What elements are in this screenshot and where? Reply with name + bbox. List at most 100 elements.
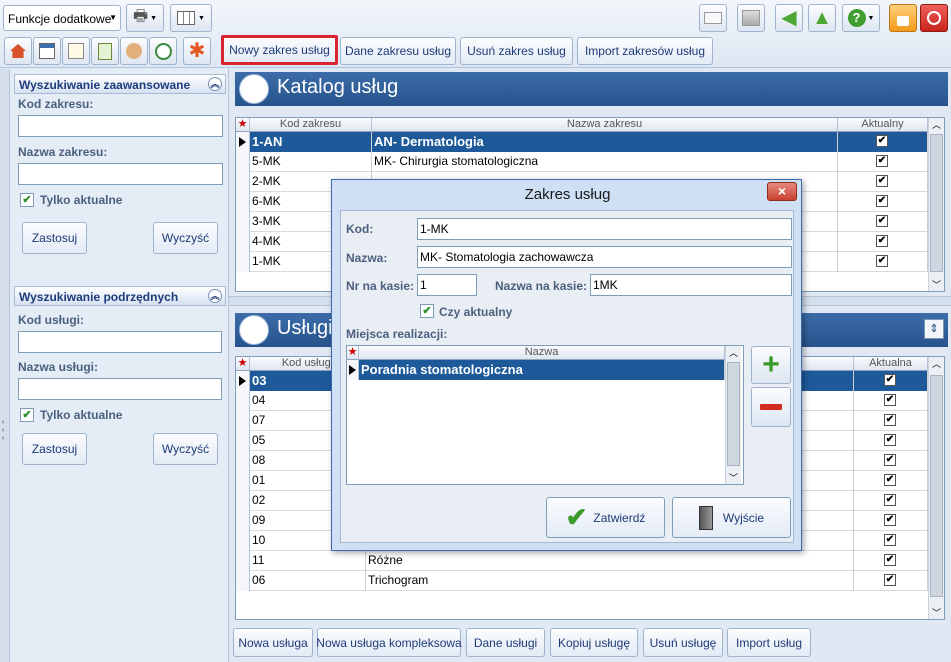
aktualny-checkbox[interactable]: ✔	[884, 394, 896, 406]
network-button[interactable]	[737, 4, 765, 32]
col-nazwa-zakresu[interactable]: Nazwa zakresu	[372, 118, 838, 132]
aktualny-checkbox[interactable]: ✔	[884, 374, 896, 386]
scroll-up-icon[interactable]: ︿	[932, 118, 941, 131]
aktualny-checkbox[interactable]: ✔	[884, 494, 896, 506]
columns-icon	[177, 11, 196, 25]
nazwa-na-kasie-input[interactable]: 1MK	[590, 274, 792, 296]
up-button[interactable]: ▲	[808, 4, 836, 32]
help-button[interactable]: ? ▼	[842, 4, 880, 32]
add-place-button[interactable]: +	[751, 346, 791, 384]
wyczysc-button[interactable]: Wyczyść	[153, 222, 218, 254]
scroll-thumb[interactable]	[930, 375, 943, 597]
funkcje-dropdown[interactable]: Funkcje dodatkowe ▼	[3, 5, 121, 31]
col-nazwa[interactable]: Nazwa	[359, 346, 725, 360]
wyjscie-button[interactable]: Wyjście	[672, 497, 791, 538]
tab-import-zakresow[interactable]: Import zakresów usług	[577, 37, 713, 65]
aktualny-checkbox[interactable]: ✔	[876, 155, 888, 167]
nazwa-zakresu-input[interactable]	[18, 163, 223, 185]
tab-usun-zakres[interactable]: Usuń zakres usług	[460, 37, 573, 65]
import-uslug-button[interactable]: Import usług	[727, 628, 811, 657]
row-indicator	[236, 172, 250, 192]
collapse-toggle-icon[interactable]: ⇕	[924, 319, 944, 339]
advanced-search-header: Wyszukiwanie zaawansowane ︽	[14, 74, 226, 94]
table-row[interactable]: 5-MK MK- Chirurgia stomatologiczna ✔	[236, 152, 928, 172]
documents-module-button[interactable]	[91, 37, 119, 65]
scroll-down-icon[interactable]: ﹀	[932, 278, 941, 291]
scroll-up-icon[interactable]: ︿	[932, 357, 941, 370]
back-button[interactable]: ◀	[775, 4, 803, 32]
home-module-button[interactable]	[4, 37, 32, 65]
nowa-usluga-kompleksowa-button[interactable]: Nowa usługa kompleksowa	[316, 628, 462, 657]
table-row[interactable]: 06 Trichogram ✔	[236, 571, 928, 591]
left-splitter[interactable]: ‹ ‹ ‹	[0, 69, 10, 662]
aktualny-checkbox[interactable]: ✔	[876, 235, 888, 247]
notes-module-button[interactable]	[62, 37, 90, 65]
tylko-aktualne-checkbox[interactable]: ✔	[20, 193, 34, 207]
zatwierdz-button[interactable]: ✔ Zatwierdź	[546, 497, 665, 538]
aktualny-checkbox[interactable]: ✔	[884, 534, 896, 546]
col-aktualna[interactable]: Aktualna	[854, 357, 928, 371]
services-module-button[interactable]: ✱	[183, 37, 211, 65]
czy-aktualny-checkbox[interactable]: ✔	[420, 304, 434, 318]
aktualny-checkbox[interactable]: ✔	[884, 414, 896, 426]
list-item[interactable]: Poradnia stomatologiczna	[347, 360, 725, 380]
aktualny-checkbox[interactable]: ✔	[884, 474, 896, 486]
col-kod-zakresu[interactable]: Kod zakresu	[250, 118, 372, 132]
zastosuj-button[interactable]: Zastosuj	[22, 222, 87, 254]
mail-button[interactable]	[699, 4, 727, 32]
col-aktualny[interactable]: Aktualny	[838, 118, 928, 132]
nr-na-kasie-input[interactable]: 1	[417, 274, 477, 296]
layout-button[interactable]: ▼	[170, 4, 212, 32]
kod-label: Kod:	[346, 222, 374, 236]
collapse-up-icon[interactable]: ︽	[208, 77, 222, 91]
scroll-thumb[interactable]	[930, 134, 943, 272]
table-row[interactable]: 1-AN AN- Dermatologia ✔	[236, 132, 928, 152]
dialog-close-button[interactable]: ×	[767, 182, 797, 201]
aktualny-checkbox[interactable]: ✔	[884, 434, 896, 446]
scroll-up-icon[interactable]: ︿	[729, 346, 738, 359]
aktualny-checkbox[interactable]: ✔	[884, 574, 896, 586]
check-icon: ✔	[565, 502, 588, 532]
katalog-scrollbar[interactable]: ︿ ﹀	[928, 118, 944, 291]
nowa-usluga-button[interactable]: Nowa usługa	[233, 628, 313, 657]
aktualny-checkbox[interactable]: ✔	[876, 255, 888, 267]
kopiuj-usluge-button[interactable]: Kopiuj usługę	[550, 628, 638, 657]
table-row[interactable]: 11 Różne ✔	[236, 551, 928, 571]
nazwa-input[interactable]: MK- Stomatologia zachowawcza	[417, 246, 792, 268]
tab-dane-zakresu[interactable]: Dane zakresu usług	[340, 37, 456, 65]
dane-uslugi-button[interactable]: Dane usługi	[466, 628, 545, 657]
uslugi-scrollbar[interactable]: ︿ ﹀	[928, 357, 944, 619]
print-button[interactable]: 🖶 ▼	[126, 4, 164, 32]
schedule-module-button[interactable]	[149, 37, 177, 65]
scroll-thumb[interactable]	[727, 362, 740, 466]
patients-module-button[interactable]	[120, 37, 148, 65]
kod-zakresu-input[interactable]	[18, 115, 223, 137]
aktualny-checkbox[interactable]: ✔	[876, 195, 888, 207]
zastosuj-sub-button[interactable]: Zastosuj	[22, 433, 87, 465]
collapse-left-icon: ‹ ‹ ‹	[2, 419, 5, 442]
remove-place-button[interactable]	[751, 387, 791, 427]
tab-nowy-zakres[interactable]: Nowy zakres usług	[221, 35, 338, 65]
scroll-down-icon[interactable]: ﹀	[932, 606, 941, 619]
aktualny-checkbox[interactable]: ✔	[876, 175, 888, 187]
nazwa-na-kasie-label: Nazwa na kasie:	[495, 279, 588, 293]
wyczysc-sub-button[interactable]: Wyczyść	[153, 433, 218, 465]
tylko-aktualne-sub-checkbox[interactable]: ✔	[20, 408, 34, 422]
collapse-up-icon[interactable]: ︽	[208, 289, 222, 303]
scroll-down-icon[interactable]: ﹀	[729, 471, 738, 484]
nazwa-uslugi-input[interactable]	[18, 378, 222, 400]
lock-button[interactable]	[889, 4, 917, 32]
kod-input[interactable]: 1-MK	[417, 218, 792, 240]
miejsca-scrollbar[interactable]: ︿ ﹀	[725, 346, 741, 484]
calendar-module-button[interactable]	[33, 37, 61, 65]
kod-uslugi-input[interactable]	[18, 331, 222, 353]
aktualny-checkbox[interactable]: ✔	[876, 135, 888, 147]
aktualny-checkbox[interactable]: ✔	[884, 514, 896, 526]
power-button[interactable]	[920, 4, 948, 32]
row-indicator	[236, 371, 250, 391]
kod-zakresu-label: Kod zakresu:	[18, 97, 94, 111]
aktualny-checkbox[interactable]: ✔	[876, 215, 888, 227]
aktualny-checkbox[interactable]: ✔	[884, 554, 896, 566]
usun-usluge-button[interactable]: Usuń usługę	[643, 628, 723, 657]
aktualny-checkbox[interactable]: ✔	[884, 454, 896, 466]
